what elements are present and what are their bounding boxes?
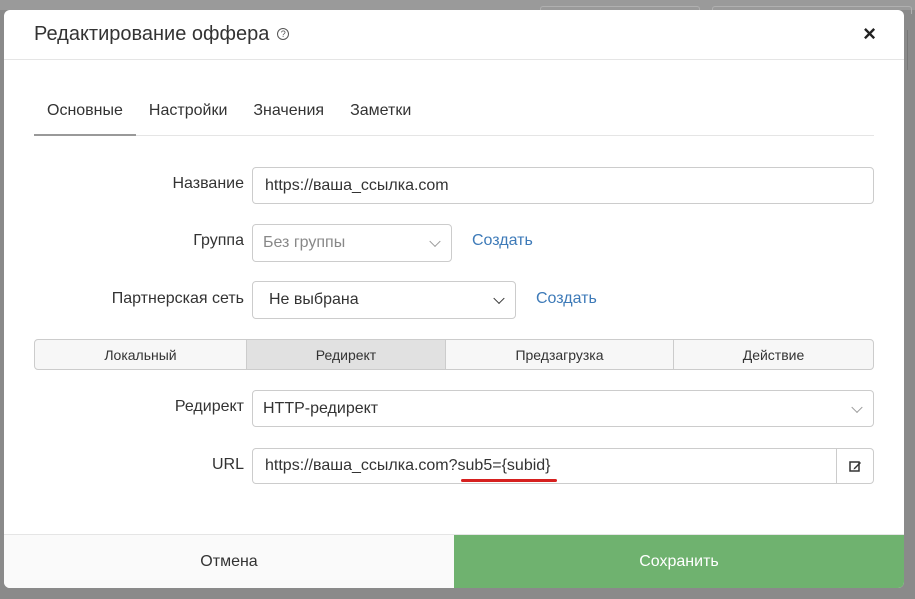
segment-preload[interactable]: Предзагрузка <box>446 340 674 369</box>
redirect-select[interactable]: HTTP-редирект <box>252 390 874 427</box>
redirect-select-value: HTTP-редирект <box>263 399 379 417</box>
modal-footer: Отмена Сохранить <box>4 534 904 588</box>
chevron-down-icon <box>851 401 863 413</box>
cancel-button[interactable]: Отмена <box>4 535 454 588</box>
network-select[interactable]: Не выбрана <box>252 281 516 319</box>
background-edge <box>907 30 915 70</box>
group-select-value: Без группы <box>263 234 346 251</box>
edit-offer-modal: Редактирование оффера ? × Основные Настр… <box>4 10 904 588</box>
name-input-value: https://ваша_ссылка.com <box>265 176 449 194</box>
url-label: URL <box>211 456 244 473</box>
tab-bar: Основные Настройки Значения Заметки <box>34 88 874 136</box>
tab-main[interactable]: Основные <box>34 88 136 136</box>
edit-pencil-icon[interactable] <box>836 449 873 483</box>
chevron-down-icon <box>493 292 505 305</box>
help-circle-icon[interactable]: ? <box>277 27 290 40</box>
group-label: Группа <box>193 232 244 249</box>
save-button[interactable]: Сохранить <box>454 535 904 588</box>
annotation-underline <box>461 479 557 482</box>
modal-header: Редактирование оффера ? × <box>4 10 904 60</box>
name-label: Название <box>172 175 245 192</box>
offer-type-segmented-control: Локальный Редирект Предзагрузка Действие <box>34 339 874 370</box>
create-network-link[interactable]: Создать <box>536 290 597 308</box>
segment-redirect[interactable]: Редирект <box>247 340 446 369</box>
modal-title: Редактирование оффера <box>34 23 270 45</box>
url-input-value: https://ваша_ссылка.com?sub5={subid} <box>265 457 551 474</box>
network-label: Партнерская сеть <box>111 290 244 307</box>
chevron-down-icon <box>429 235 441 248</box>
create-group-link[interactable]: Создать <box>472 232 533 250</box>
tab-values[interactable]: Значения <box>240 88 337 136</box>
name-input[interactable]: https://ваша_ссылка.com <box>252 167 874 204</box>
network-select-value: Не выбрана <box>269 291 359 308</box>
segment-action[interactable]: Действие <box>674 340 873 369</box>
close-icon[interactable]: × <box>863 23 876 45</box>
group-select[interactable]: Без группы <box>252 224 452 262</box>
redirect-label: Редирект <box>174 398 244 415</box>
tab-notes[interactable]: Заметки <box>337 88 424 136</box>
tab-settings[interactable]: Настройки <box>136 88 240 136</box>
url-input[interactable]: https://ваша_ссылка.com?sub5={subid} <box>252 448 874 484</box>
segment-local[interactable]: Локальный <box>35 340 247 369</box>
